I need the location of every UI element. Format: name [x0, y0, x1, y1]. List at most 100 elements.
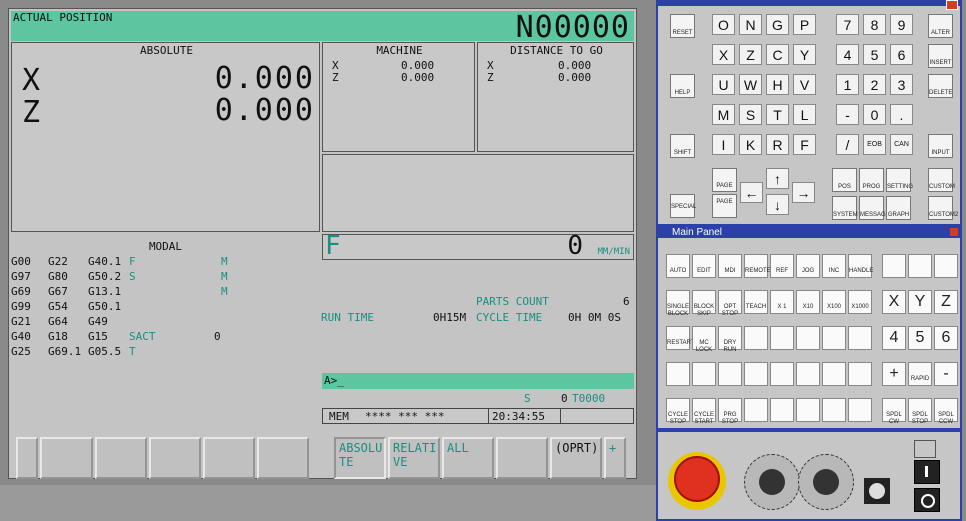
blank-key[interactable]	[744, 362, 768, 386]
option-key[interactable]	[822, 326, 846, 350]
input-key[interactable]: INPUT	[928, 134, 953, 158]
letter-key[interactable]: G	[766, 14, 789, 35]
digit-key[interactable]: 5	[863, 44, 886, 65]
axis-key[interactable]: Y	[908, 290, 932, 314]
letter-key[interactable]: M	[712, 104, 735, 125]
page-down-key[interactable]: PAGE	[712, 194, 737, 218]
system-key[interactable]: SYSTEM	[832, 196, 858, 220]
letter-key[interactable]: P	[793, 14, 816, 35]
blank-key[interactable]	[666, 362, 690, 386]
close-icon[interactable]	[950, 228, 958, 236]
cycle-key[interactable]	[822, 398, 846, 422]
softkey-back[interactable]	[16, 437, 38, 479]
option-key[interactable]	[796, 326, 820, 350]
softkey-blank[interactable]	[40, 437, 93, 479]
mode-key[interactable]: AUTO	[666, 254, 690, 278]
letter-key[interactable]: T	[766, 104, 789, 125]
digit-key[interactable]: 0	[863, 104, 886, 125]
digit-key[interactable]: 7	[836, 14, 859, 35]
spindle-key[interactable]: SPDL CCW	[934, 398, 958, 425]
axis-key[interactable]: X	[882, 290, 906, 314]
blank-key[interactable]	[934, 254, 958, 278]
letter-key[interactable]: U	[712, 74, 735, 95]
cycle-key[interactable]	[796, 398, 820, 422]
blank-key[interactable]	[848, 362, 872, 386]
softkey-all[interactable]: ALL	[442, 437, 494, 479]
option-key[interactable]: OPT STOP	[718, 290, 742, 317]
digit-key[interactable]: CAN	[890, 134, 913, 155]
mode-key[interactable]: REF	[770, 254, 794, 278]
digit-key[interactable]: /	[836, 134, 859, 155]
blank-key[interactable]	[908, 254, 932, 278]
option-key[interactable]	[744, 326, 768, 350]
blank-key[interactable]	[718, 362, 742, 386]
cursor-right-key[interactable]: →	[792, 182, 815, 203]
option-key[interactable]: X100	[822, 290, 846, 314]
blank-key[interactable]	[822, 362, 846, 386]
digit-key[interactable]: 6	[890, 44, 913, 65]
shift-key[interactable]: SHIFT	[670, 134, 695, 158]
softkey-blank[interactable]	[203, 437, 255, 479]
mode-key[interactable]: JOG	[796, 254, 820, 278]
letter-key[interactable]: O	[712, 14, 735, 35]
letter-key[interactable]: W	[739, 74, 762, 95]
letter-key[interactable]: C	[766, 44, 789, 65]
cycle-key[interactable]	[770, 398, 794, 422]
blank-key[interactable]	[796, 362, 820, 386]
blank-key[interactable]	[770, 362, 794, 386]
axis-key[interactable]: 4	[882, 326, 906, 350]
option-key[interactable]	[848, 326, 872, 350]
softkey-relative[interactable]: RELATI VE	[388, 437, 440, 479]
softkey-blank[interactable]	[257, 437, 309, 479]
letter-key[interactable]: F	[793, 134, 816, 155]
alter-key[interactable]: ALTER	[928, 14, 953, 38]
digit-key[interactable]: -	[836, 104, 859, 125]
spindle-override-dial[interactable]	[798, 454, 854, 510]
delete-key[interactable]: DELETE	[928, 74, 953, 98]
option-key[interactable]: DRY RUN	[718, 326, 742, 353]
spindle-key[interactable]: SPDL STOP	[908, 398, 932, 425]
letter-key[interactable]: S	[739, 104, 762, 125]
emergency-stop-button[interactable]	[674, 456, 720, 502]
digit-key[interactable]: 3	[890, 74, 913, 95]
key-switch[interactable]	[864, 478, 890, 504]
blank-key[interactable]	[692, 362, 716, 386]
option-key[interactable]: X10	[796, 290, 820, 314]
power-on-button[interactable]	[914, 460, 940, 484]
softkey-blank[interactable]	[149, 437, 201, 479]
mode-key[interactable]: EDIT	[692, 254, 716, 278]
letter-key[interactable]: N	[739, 14, 762, 35]
insert-key[interactable]: INSERT	[928, 44, 953, 68]
letter-key[interactable]: Z	[739, 44, 762, 65]
option-key[interactable]: TEACH	[744, 290, 768, 314]
cycle-key[interactable]: CYCLE START	[692, 398, 716, 425]
cycle-key[interactable]	[848, 398, 872, 422]
custom-key[interactable]: CUSTOM	[928, 168, 955, 192]
digit-key[interactable]: 2	[863, 74, 886, 95]
close-icon[interactable]	[946, 0, 958, 10]
letter-key[interactable]: K	[739, 134, 762, 155]
cycle-key[interactable]: PRG STOP	[718, 398, 742, 425]
softkey-next[interactable]: +	[604, 437, 626, 479]
digit-key[interactable]: 4	[836, 44, 859, 65]
blank-key[interactable]	[882, 254, 906, 278]
axis-key[interactable]: 6	[934, 326, 958, 350]
help-key[interactable]: HELP	[670, 74, 695, 98]
spindle-key[interactable]: SPDL CW	[882, 398, 906, 425]
letter-key[interactable]: L	[793, 104, 816, 125]
page-up-key[interactable]: PAGE	[712, 168, 737, 192]
message-key[interactable]: MESSAGE	[859, 196, 890, 220]
option-key[interactable]: X 1	[770, 290, 794, 314]
custom2-key[interactable]: CUSTOM2	[928, 196, 958, 220]
softkey-absolute[interactable]: ABSOLU TE	[334, 437, 386, 479]
letter-key[interactable]: R	[766, 134, 789, 155]
softkey-operation[interactable]: (OPRT)	[550, 437, 602, 479]
softkey-empty[interactable]	[496, 437, 548, 479]
axis-key[interactable]: +	[882, 362, 906, 386]
digit-key[interactable]: EOB	[863, 134, 886, 155]
digit-key[interactable]: 9	[890, 14, 913, 35]
pos-key[interactable]: POS	[832, 168, 857, 192]
option-key[interactable]: BLOCK SKIP	[692, 290, 716, 317]
letter-key[interactable]: H	[766, 74, 789, 95]
cycle-key[interactable]: CYCLE STOP	[666, 398, 690, 425]
